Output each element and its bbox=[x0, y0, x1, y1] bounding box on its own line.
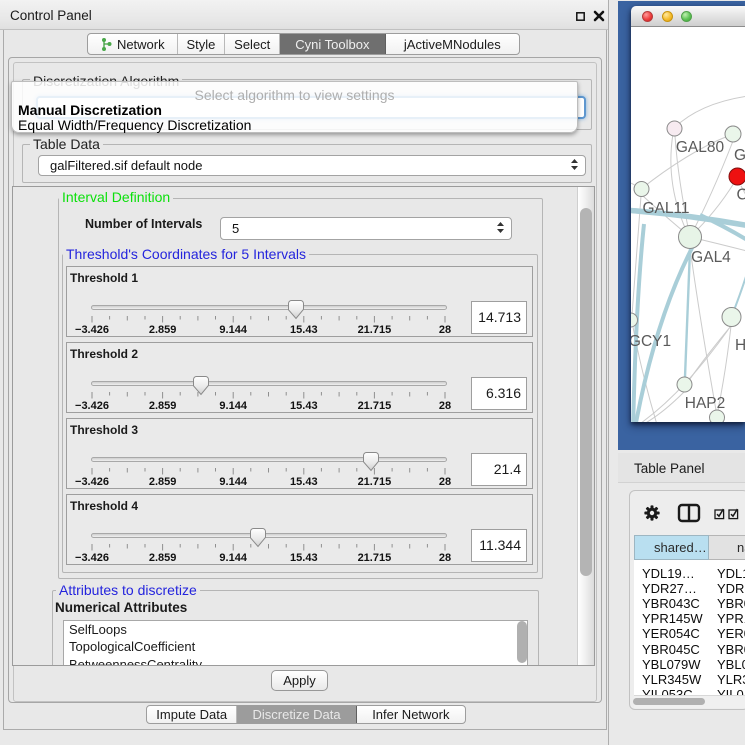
svg-text:HAP2: HAP2 bbox=[685, 395, 726, 412]
svg-text:HI: HI bbox=[735, 337, 745, 354]
svg-text:GAL: GAL bbox=[734, 147, 745, 164]
svg-text:GCY1: GCY1 bbox=[631, 333, 671, 350]
svg-text:CR: CR bbox=[737, 187, 745, 204]
svg-text:GAL11: GAL11 bbox=[642, 200, 689, 217]
svg-text:GAL4: GAL4 bbox=[691, 249, 731, 266]
svg-text:GAL80: GAL80 bbox=[676, 139, 725, 156]
